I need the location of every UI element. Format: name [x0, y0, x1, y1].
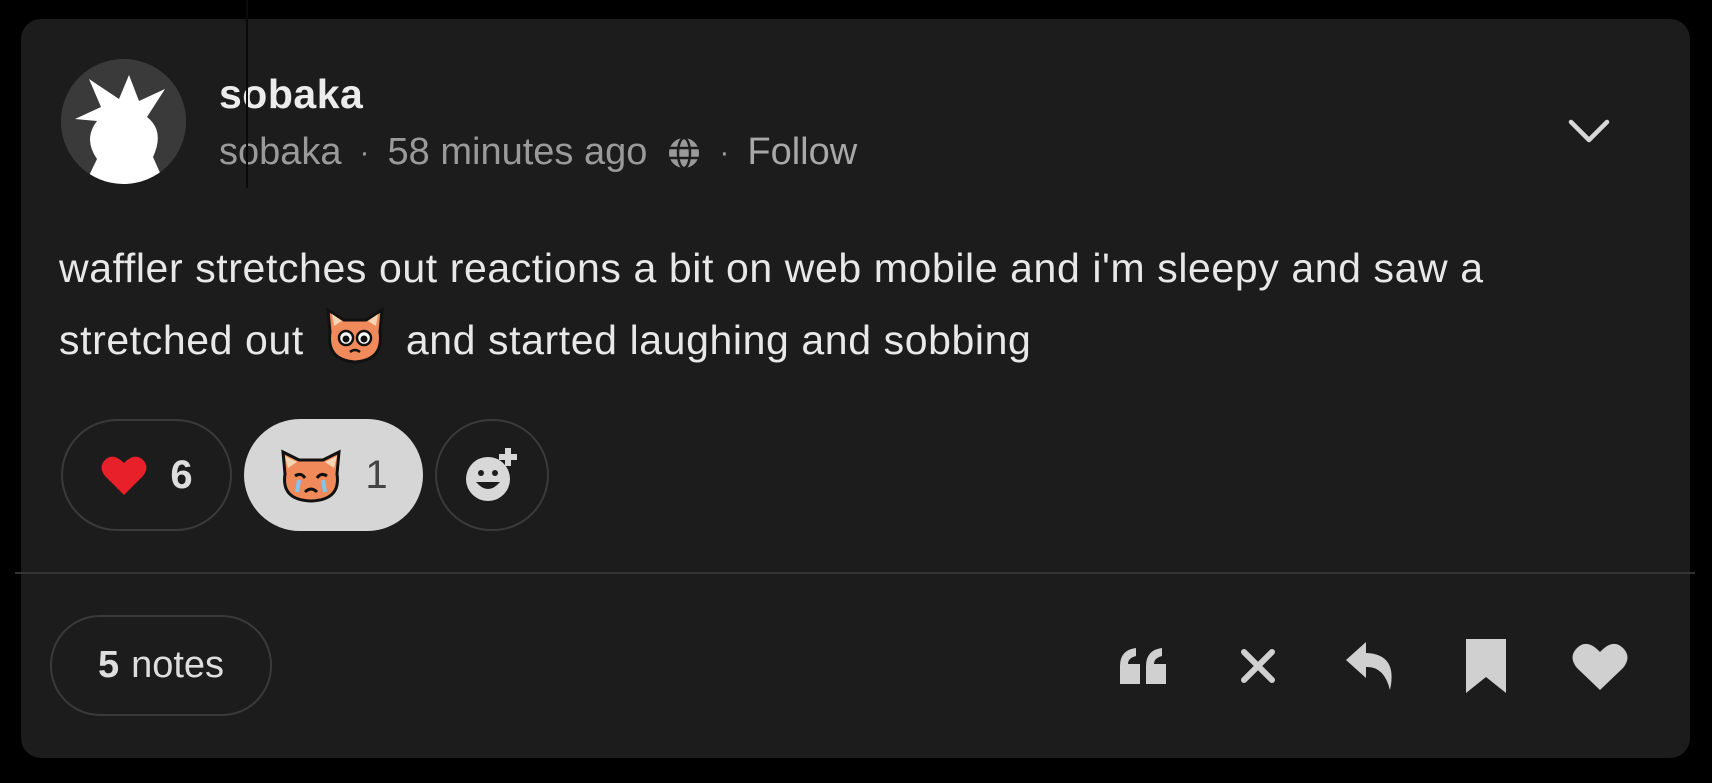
heart-emoji — [101, 456, 147, 495]
separator: · — [359, 135, 370, 169]
add-reaction-icon — [466, 448, 517, 501]
avatar-image — [61, 59, 186, 184]
username[interactable]: sobaka — [219, 71, 363, 118]
quote-icon[interactable] — [1109, 631, 1179, 701]
reaction-count: 6 — [170, 452, 193, 497]
avatar[interactable] — [61, 59, 186, 184]
reaction-crying-cat[interactable]: 1 — [244, 419, 423, 531]
post-card: sobaka sobaka · 58 minutes ago · Follow … — [15, 19, 1695, 758]
close-icon[interactable] — [1223, 631, 1293, 701]
notes-count: 5 — [97, 644, 120, 686]
reaction-heart[interactable]: 6 — [61, 419, 232, 531]
like-icon[interactable] — [1565, 631, 1635, 701]
crying-cat-emoji — [281, 449, 342, 503]
reply-icon[interactable] — [1337, 631, 1407, 701]
bookmark-icon[interactable] — [1451, 631, 1521, 701]
reactions-bar: 6 1 — [61, 419, 549, 531]
post-actions — [1109, 631, 1635, 701]
follow-link[interactable]: Follow — [747, 131, 857, 174]
globe-icon — [667, 136, 701, 170]
handle[interactable]: sobaka — [219, 131, 342, 174]
pleading-cat-emoji — [326, 307, 384, 364]
chevron-down-icon[interactable] — [1564, 107, 1614, 157]
post-meta: sobaka · 58 minutes ago · Follow — [219, 131, 857, 174]
timestamp[interactable]: 58 minutes ago — [388, 131, 648, 174]
notes-label: notes — [131, 644, 225, 686]
reaction-count: 1 — [365, 452, 388, 497]
text-cursor — [246, 0, 248, 188]
divider — [15, 572, 1695, 574]
notes-button[interactable]: 5 notes — [50, 615, 272, 716]
separator: · — [719, 135, 730, 169]
post-body: waffler stretches out reactions a bit on… — [59, 234, 1639, 374]
add-reaction-button[interactable] — [435, 419, 549, 531]
post-text-part2: and started laughing and sobbing — [405, 317, 1032, 363]
